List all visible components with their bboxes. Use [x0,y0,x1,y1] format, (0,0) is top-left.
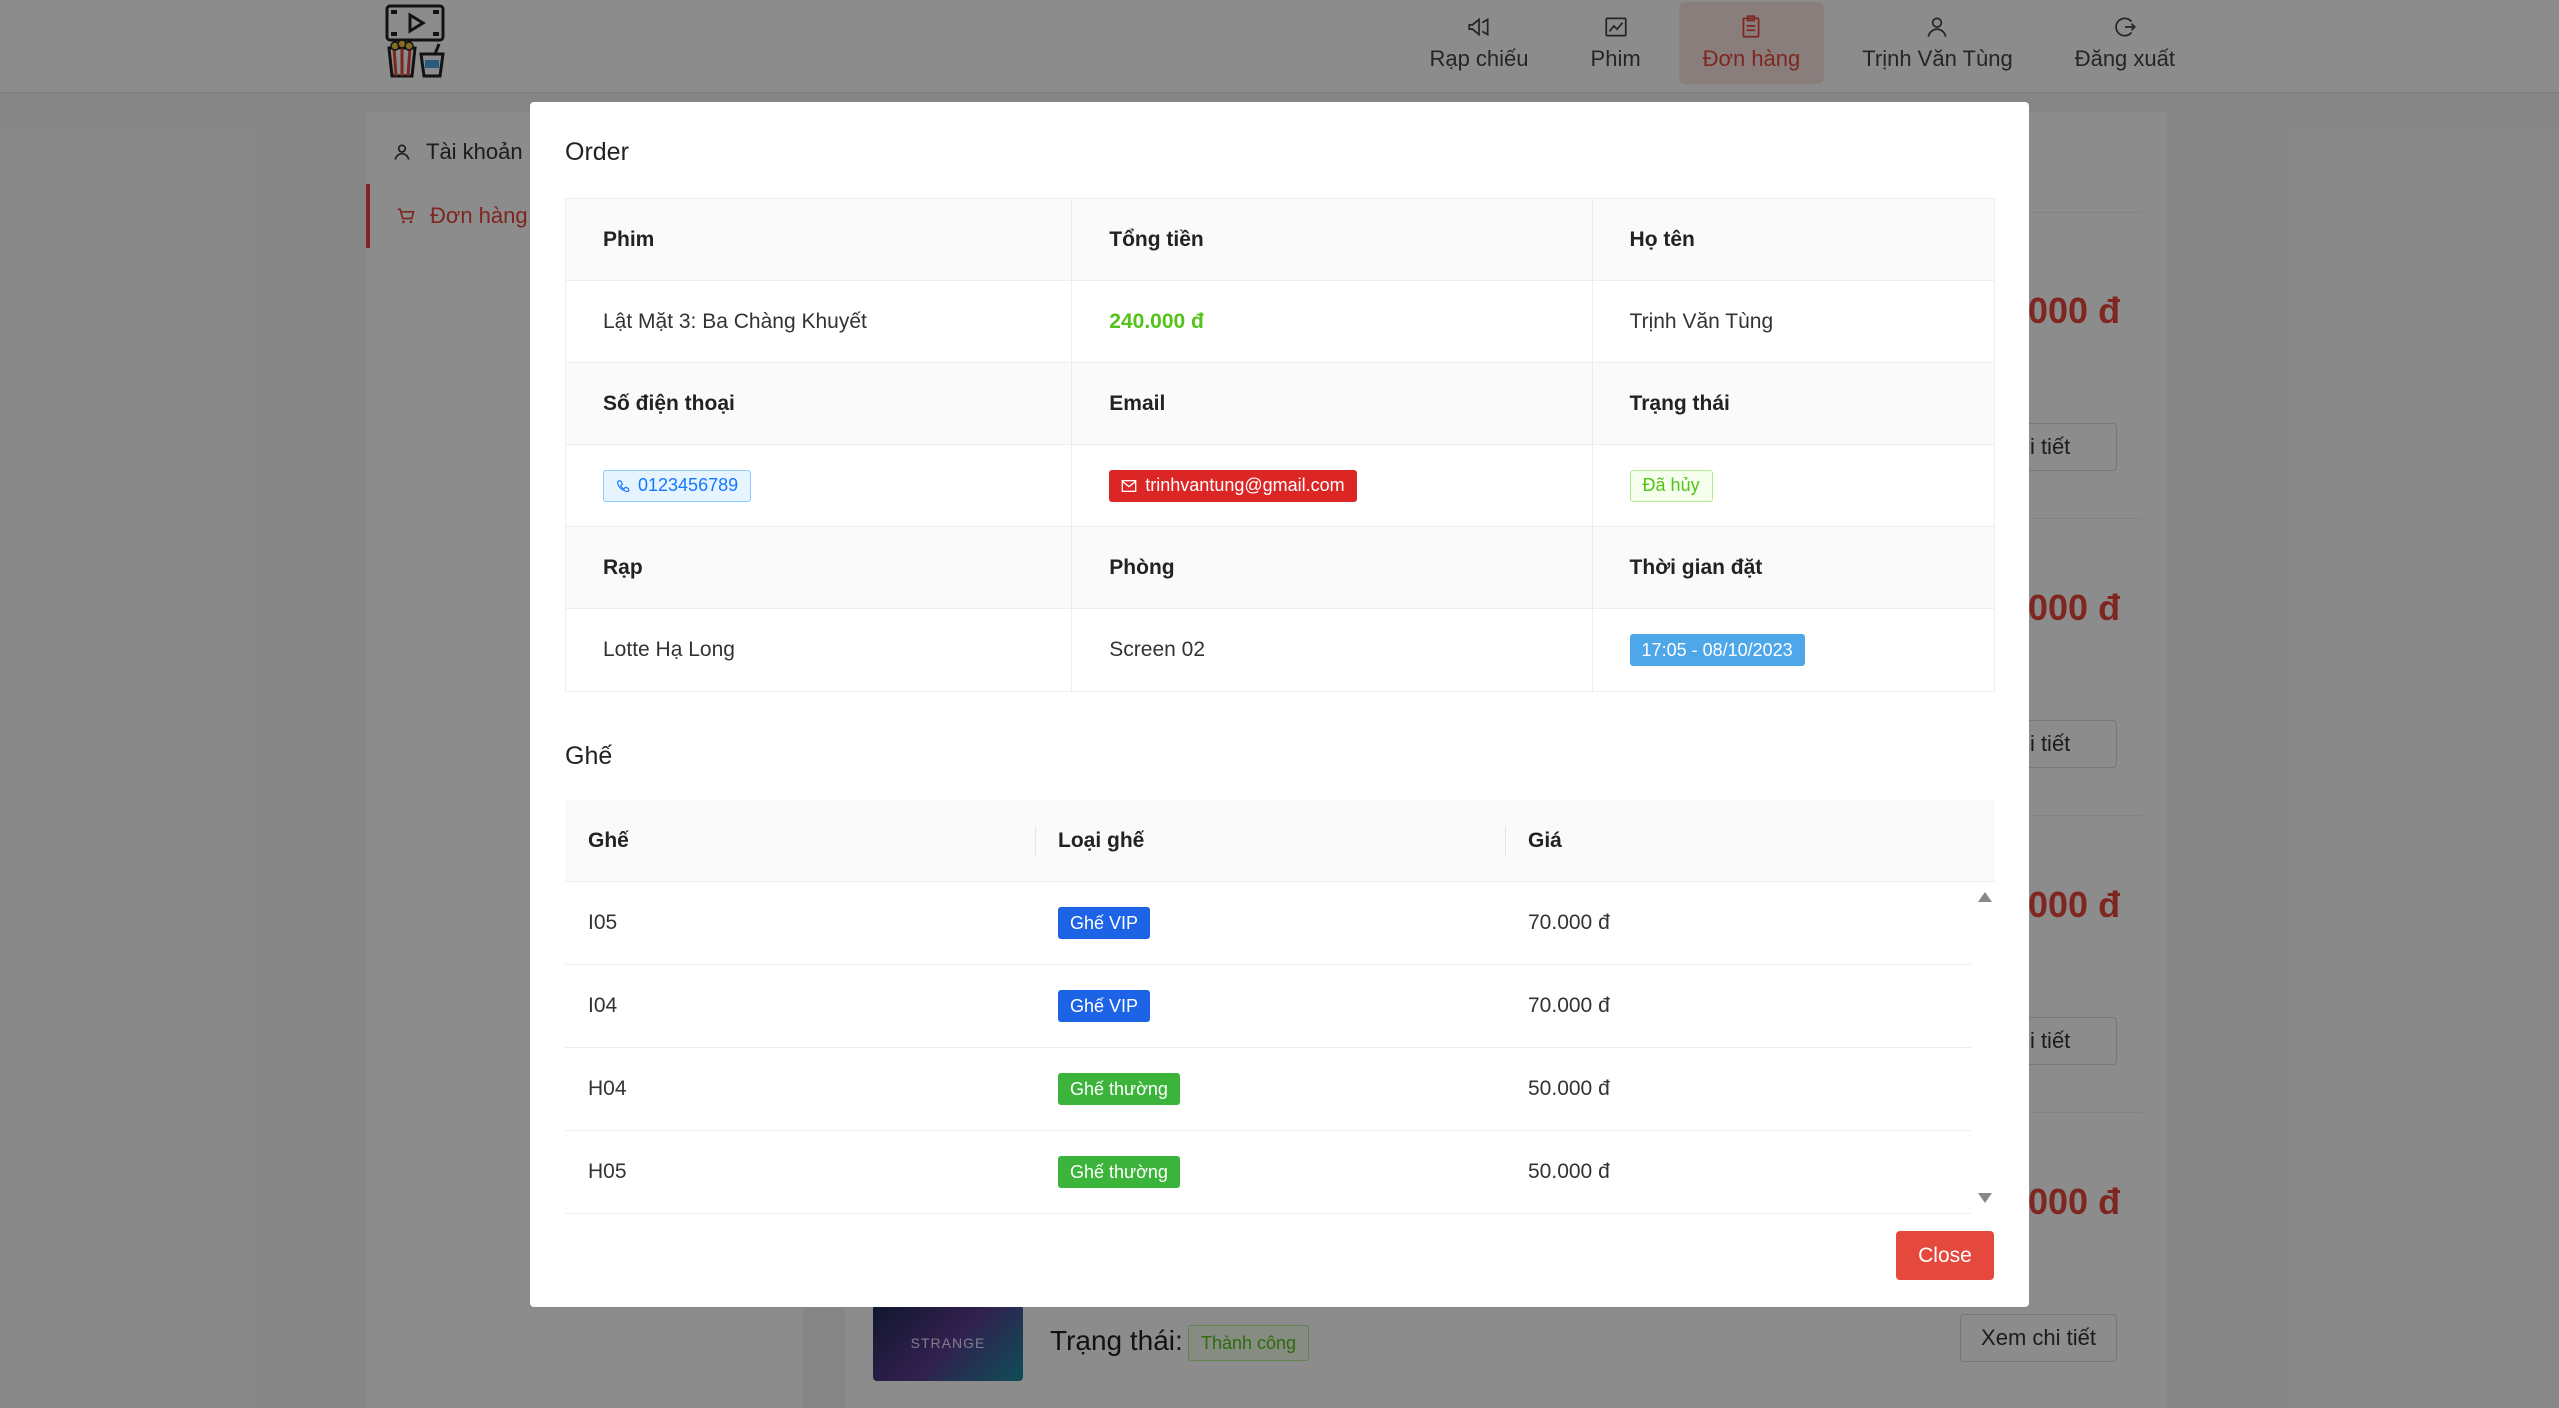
seat-price: 50.000 đ [1528,1077,1610,1100]
seat-code: H05 [588,1160,627,1183]
label-phone: Số điện thoại [566,363,1073,444]
seat-price: 50.000 đ [1528,1160,1610,1183]
value-phone-cell: 0123456789 [566,445,1073,526]
label-room: Phòng [1072,527,1593,608]
value-time-cell: 17:05 - 08/10/2023 [1593,609,1994,691]
table-row: H04 Ghế thường 50.000 đ [565,1048,1971,1131]
close-button[interactable]: Close [1896,1231,1994,1280]
seat-code: I04 [588,994,618,1017]
label-time: Thời gian đặt [1629,555,1763,579]
seat-code: I05 [588,911,618,934]
label-total: Tổng tiền [1072,199,1593,280]
modal-title: Order [565,138,629,166]
label-email: Email [1072,363,1593,444]
value-cinema: Lotte Hạ Long [566,609,1073,691]
table-header: Ghế Loại ghế Giá [565,800,1995,882]
label-cinema: Rạp [566,527,1073,608]
table-row: I04 Ghế VIP 70.000 đ [565,965,1971,1048]
seat-type-cell: Ghế VIP [1035,882,1505,964]
value-room: Screen 02 [1072,609,1593,691]
seat-type-tag: Ghế thường [1058,1073,1180,1105]
value-total: 240.000 đ [1072,281,1593,362]
seat-type-cell: Ghế thường [1035,1131,1505,1213]
phone-icon [616,479,630,492]
seat-type-cell: Ghế thường [1035,1048,1505,1130]
column-header-seat: Ghế [588,828,629,852]
order-descriptions: Phim Tổng tiền Họ tên Lật Mặt 3: Ba Chàn… [565,198,1995,692]
desc-value-row: Lotte Hạ Long Screen 02 17:05 - 08/10/20… [566,609,1994,691]
seat-price: 70.000 đ [1528,994,1610,1017]
value-status-cell: Đã hủy [1593,445,1994,526]
seats-table: Ghế Loại ghế Giá I05 Ghế VIP 70.000 đ I0… [565,800,1995,1214]
phone-tag: 0123456789 [603,469,752,502]
desc-value-row: Lật Mặt 3: Ba Chàng Khuyết 240.000 đ Trị… [566,281,1994,363]
table-row: I05 Ghế VIP 70.000 đ [565,882,1971,965]
email-tag: trinhvantung@gmail.com [1109,469,1357,502]
seat-code: H04 [588,1077,627,1100]
value-email: trinhvantung@gmail.com [1145,475,1345,495]
table-body[interactable]: I05 Ghế VIP 70.000 đ I04 Ghế VIP 70.000 … [565,882,1995,1214]
status-badge: Đã hủy [1629,469,1713,502]
desc-label-row: Phim Tổng tiền Họ tên [566,199,1994,281]
seat-type-tag: Ghế VIP [1058,907,1151,939]
seats-section-title: Ghế [565,742,613,770]
table-row: H05 Ghế thường 50.000 đ [565,1131,1971,1214]
desc-value-row: 0123456789 trinhvantung@gmail.com Đã hủy [566,445,1994,527]
value-email-cell: trinhvantung@gmail.com [1072,445,1593,526]
seat-type-tag: Ghế thường [1058,1156,1180,1188]
label-film: Phim [566,199,1073,280]
order-detail-modal: Order Phim Tổng tiền Họ tên Lật Mặt 3: B… [530,102,2029,1307]
label-name: Họ tên [1629,227,1695,251]
desc-label-row: Rạp Phòng Thời gian đặt [566,527,1994,609]
label-status: Trạng thái [1629,391,1730,415]
column-header-seat-type: Loại ghế [1035,800,1505,881]
column-header-price: Giá [1505,800,1971,881]
seat-type-cell: Ghế VIP [1035,965,1505,1047]
scroll-down-icon[interactable] [1978,1193,1992,1203]
seat-price: 70.000 đ [1528,911,1610,934]
scroll-up-icon[interactable] [1978,892,1992,902]
booking-time-tag: 17:05 - 08/10/2023 [1629,634,1805,666]
value-film: Lật Mặt 3: Ba Chàng Khuyết [566,281,1073,362]
table-scrollbar[interactable] [1973,882,1995,1213]
desc-label-row: Số điện thoại Email Trạng thái [566,363,1994,445]
seat-type-tag: Ghế VIP [1058,990,1151,1022]
mail-icon [1121,479,1137,492]
value-phone: 0123456789 [638,475,739,495]
value-name: Trịnh Văn Tùng [1629,309,1774,333]
